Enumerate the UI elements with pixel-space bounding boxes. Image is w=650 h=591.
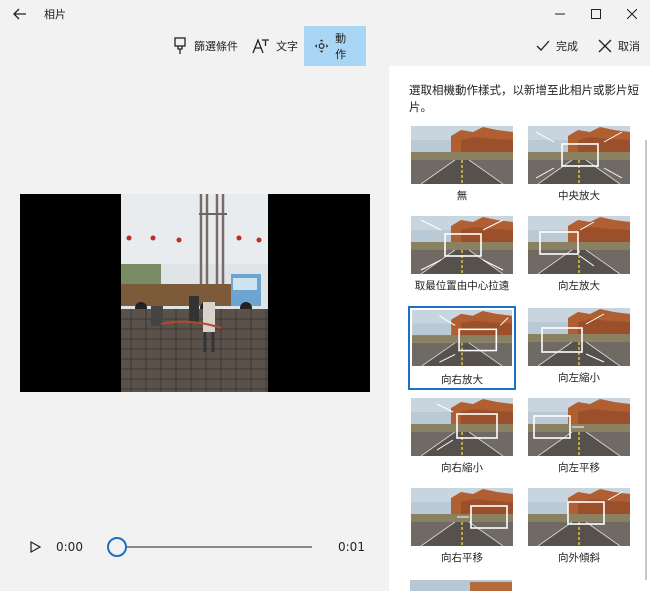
motion-style-thumbnail — [528, 488, 630, 546]
motion-style-thumbnail — [411, 216, 513, 274]
app-title: 相片 — [44, 8, 66, 21]
motion-style-label: 向外傾斜 — [558, 552, 600, 564]
motion-style-label: 中央放大 — [558, 190, 600, 202]
motion-style-thumbnail — [528, 308, 630, 366]
motion-move-icon — [314, 39, 329, 53]
minimize-icon — [555, 13, 565, 15]
motion-style-tile[interactable]: 中央放大 — [527, 126, 631, 202]
motion-style-tile[interactable]: 向左縮小 — [527, 308, 631, 384]
motion-label: 動作 — [335, 32, 347, 61]
motion-style-tile[interactable]: 向右平移 — [410, 488, 514, 564]
play-icon[interactable] — [28, 540, 42, 554]
filter-brush-icon — [174, 37, 186, 54]
motion-style-thumbnail — [412, 310, 512, 366]
text-button[interactable]: 文字 — [242, 26, 308, 66]
motion-style-label: 向右縮小 — [441, 462, 483, 474]
motion-style-thumbnail — [411, 126, 513, 184]
seek-track[interactable] — [118, 546, 312, 548]
cancel-button[interactable]: 取消 — [588, 26, 650, 66]
minimize-button[interactable] — [542, 0, 578, 28]
motion-style-label: 向左平移 — [558, 462, 600, 474]
motion-style-thumbnail — [411, 398, 513, 456]
motion-style-label: 向右放大 — [441, 374, 483, 386]
close-window-button[interactable] — [614, 0, 650, 28]
back-button[interactable] — [0, 0, 40, 28]
text-icon — [252, 38, 269, 54]
video-preview[interactable] — [20, 194, 370, 392]
motion-style-thumbnail — [528, 398, 630, 456]
motion-style-tile[interactable]: 向右縮小 — [410, 398, 514, 474]
motion-button[interactable]: 動作 — [304, 26, 366, 66]
motion-style-tile[interactable]: 向右放大 — [408, 306, 516, 390]
motion-style-label: 取最位置由中心拉遠 — [414, 280, 510, 292]
filter-label: 篩選條件 — [194, 40, 238, 53]
checkmark-icon — [536, 40, 550, 51]
back-arrow-icon — [13, 8, 26, 20]
preview-area — [0, 66, 388, 591]
motion-style-tile[interactable]: 取最位置由中心拉遠 — [410, 216, 514, 292]
motion-style-thumbnail — [411, 488, 513, 546]
filter-button[interactable]: 篩選條件 — [162, 26, 248, 66]
motion-style-thumbnail — [528, 126, 630, 184]
motion-style-tile[interactable]: 向左放大 — [527, 216, 631, 292]
motion-styles-panel: 選取相機動作樣式，以新增至此相片或影片短片。 無 中央放大 取最位置由中心拉遠 … — [389, 66, 650, 591]
panel-scrollbar[interactable] — [645, 140, 647, 580]
current-time: 0:00 — [56, 540, 83, 554]
close-icon — [627, 9, 637, 19]
cancel-x-icon — [598, 39, 612, 53]
edit-toolbar: 篩選條件 文字 動作 完成 取消 — [0, 26, 650, 66]
motion-style-tile[interactable]: 無 — [410, 126, 514, 202]
motion-style-label: 無 — [456, 190, 468, 202]
end-time: 0:01 — [338, 540, 365, 554]
panel-description: 選取相機動作樣式，以新增至此相片或影片短片。 — [409, 83, 639, 114]
motion-style-label: 向右平移 — [441, 552, 483, 564]
partial-motion-tile[interactable] — [410, 580, 512, 591]
motion-style-thumbnail — [528, 216, 630, 274]
motion-style-tile[interactable]: 向左平移 — [527, 398, 631, 474]
maximize-button[interactable] — [578, 0, 614, 28]
playback-bar: 0:00 0:01 — [0, 534, 388, 562]
done-button[interactable]: 完成 — [526, 26, 588, 66]
motion-style-tile[interactable]: 向外傾斜 — [527, 488, 631, 564]
title-bar: 相片 — [0, 0, 650, 28]
done-label: 完成 — [556, 40, 578, 53]
maximize-icon — [591, 9, 601, 19]
cancel-label: 取消 — [618, 40, 640, 53]
seek-thumb[interactable] — [107, 537, 127, 557]
motion-style-label: 向左放大 — [558, 280, 600, 292]
text-label: 文字 — [276, 40, 298, 53]
construction-photo — [121, 194, 268, 392]
motion-style-label: 向左縮小 — [558, 372, 600, 384]
